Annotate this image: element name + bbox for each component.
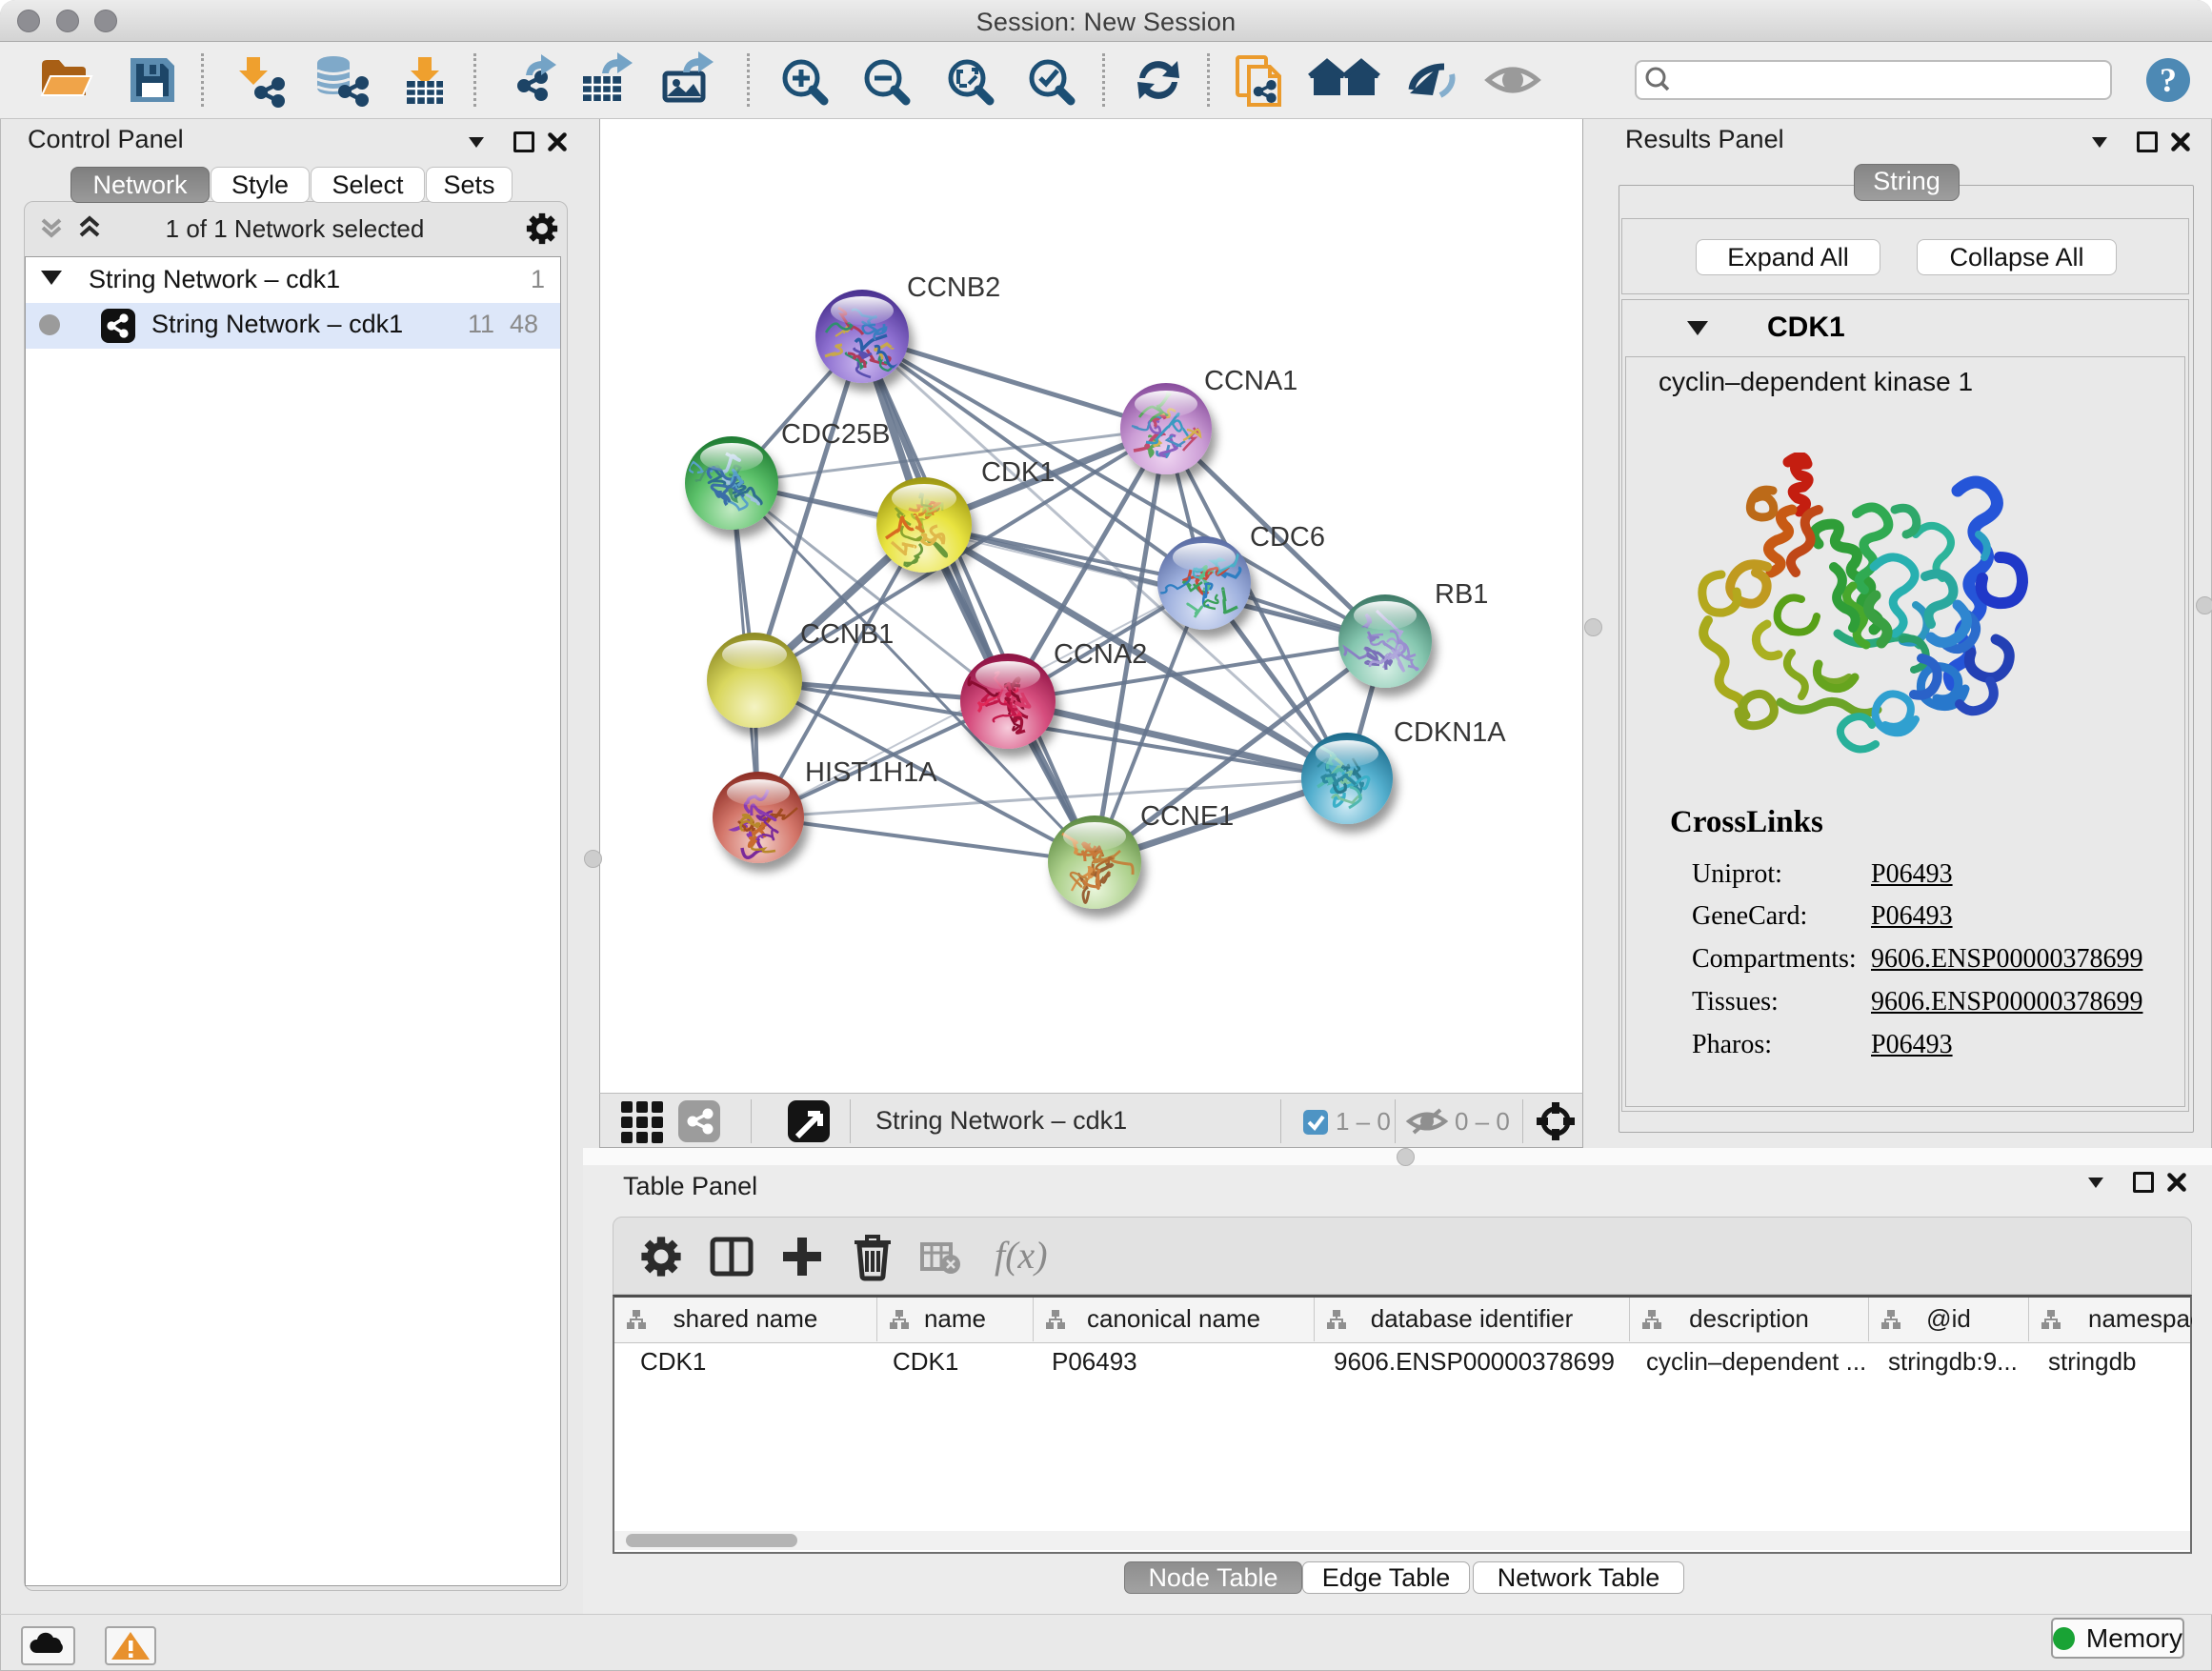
svg-text:CCNA1: CCNA1: [1204, 366, 1297, 396]
svg-text:RB1: RB1: [1435, 579, 1488, 610]
svg-text:CCNB1: CCNB1: [800, 619, 894, 650]
svg-text:HIST1H1A: HIST1H1A: [805, 757, 937, 788]
svg-text:CDKN1A: CDKN1A: [1394, 717, 1506, 748]
svg-text:CCNE1: CCNE1: [1140, 801, 1234, 832]
svg-text:CCNA2: CCNA2: [1054, 639, 1147, 670]
svg-text:CDC6: CDC6: [1250, 522, 1325, 553]
svg-text:CCNB2: CCNB2: [907, 272, 1000, 303]
svg-text:CDK1: CDK1: [981, 457, 1055, 488]
svg-text:?: ?: [2160, 61, 2177, 99]
svg-text:f(x): f(x): [995, 1234, 1048, 1277]
svg-text:CDC25B: CDC25B: [781, 419, 890, 450]
